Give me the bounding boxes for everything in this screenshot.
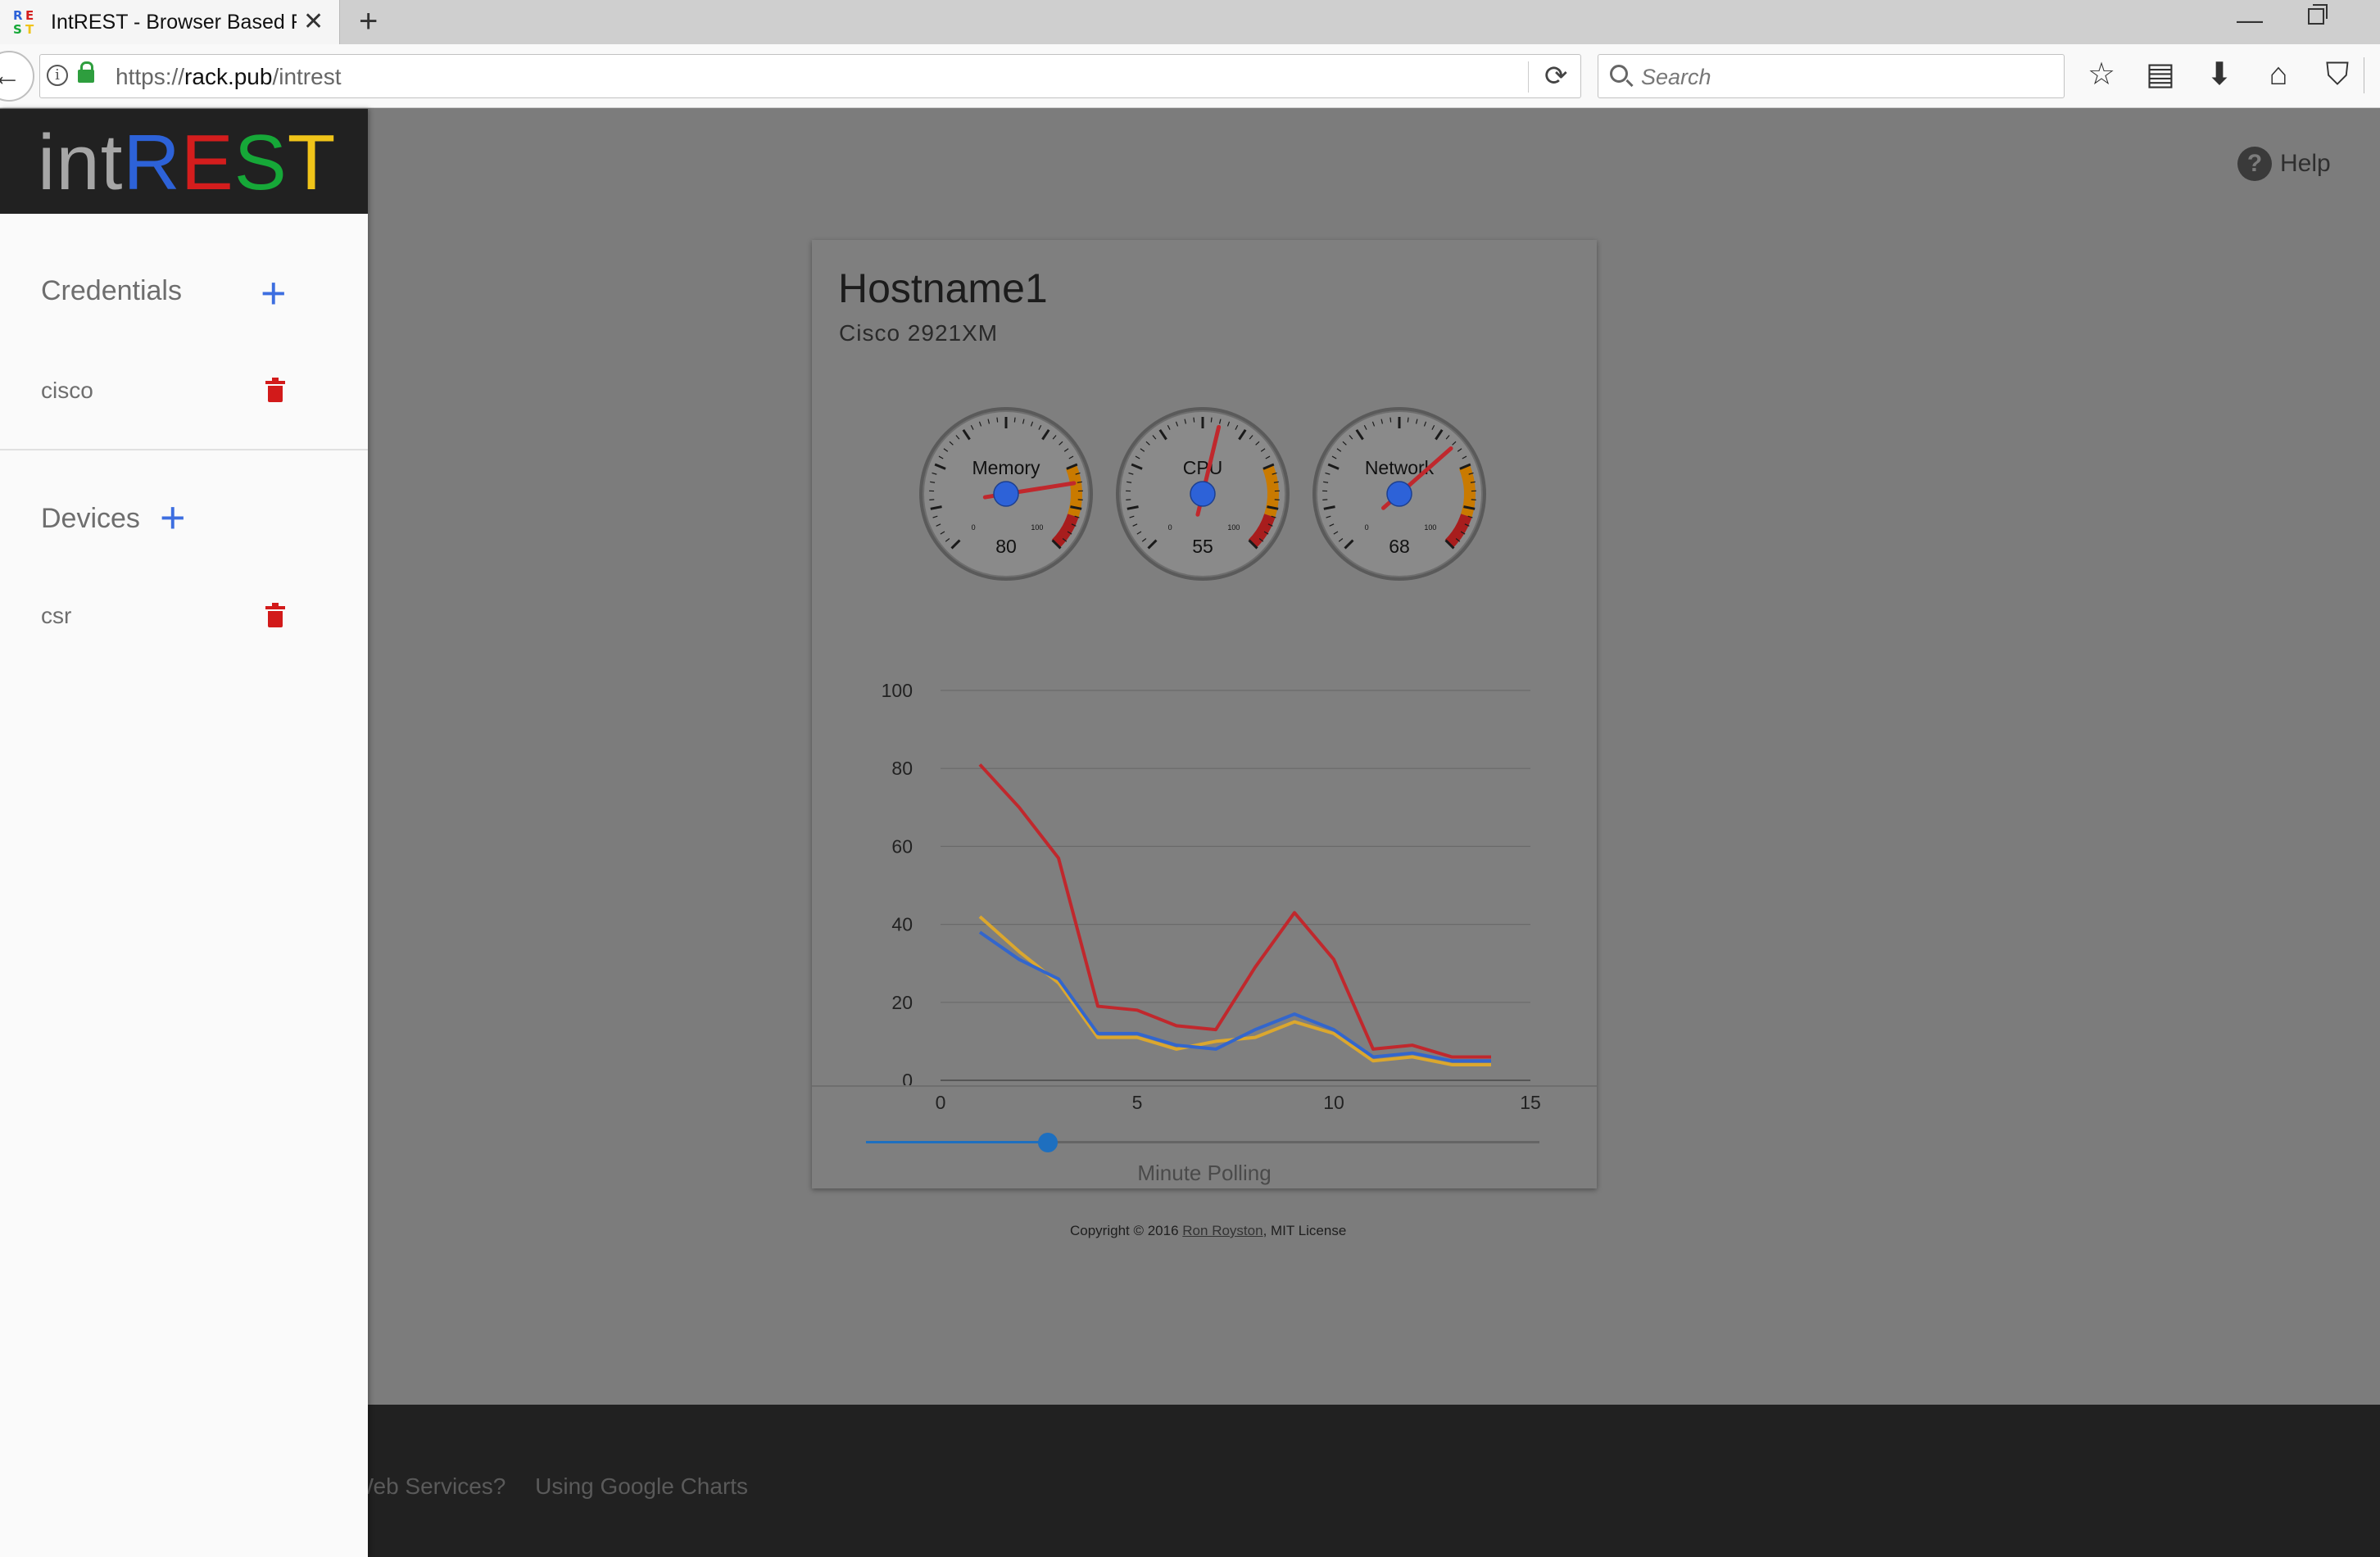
device-card: Hostname1 Cisco 2921XM 0 100 Memory 80 0 100…	[812, 240, 1597, 1188]
usage-line-chart: 020406080100051015Day	[882, 680, 1541, 1113]
svg-text:S: S	[13, 22, 22, 36]
home-icon[interactable]: ⌂	[2262, 56, 2295, 93]
help-label: Help	[2280, 150, 2331, 177]
download-icon[interactable]: ⬇	[2203, 56, 2236, 93]
browser-toolbar: ☆ ▤ ⬇ ⌂ ⛉	[2085, 56, 2354, 93]
svg-text:E: E	[25, 8, 34, 23]
page-content: intREST Credentials + cisco Devices + cs…	[0, 109, 2380, 1557]
delete-device-icon[interactable]	[265, 603, 285, 627]
gauge-min-label: 0	[972, 523, 976, 532]
series-line	[978, 915, 1491, 1066]
slider-thumb[interactable]	[1037, 1133, 1058, 1152]
gauge-max-label: 100	[1031, 523, 1043, 532]
gauge-minor-tick	[1389, 417, 1392, 423]
pocket-icon[interactable]: ⛉	[2321, 56, 2354, 93]
y-tick-label: 100	[882, 680, 913, 701]
help-button[interactable]: ? Help	[2237, 147, 2331, 181]
x-tick-label: 0	[936, 1092, 946, 1113]
gauge-minor-tick	[1210, 417, 1213, 423]
delete-credential-icon[interactable]	[265, 378, 285, 402]
search-placeholder: Search	[1641, 65, 1711, 89]
devices-title: Devices	[41, 503, 140, 534]
gauge-value: 80	[995, 536, 1017, 557]
svg-text:T: T	[25, 22, 34, 36]
x-tick-label: 15	[1520, 1092, 1541, 1113]
url-text[interactable]: https://rack.pub/intrest	[116, 64, 341, 90]
add-credential-button[interactable]: +	[261, 271, 287, 315]
gauge-label: CPU	[1183, 457, 1223, 478]
search-icon	[1610, 65, 1628, 83]
y-tick-label: 0	[902, 1070, 913, 1091]
search-input[interactable]: Search	[1598, 54, 2065, 98]
gauge-hub	[1190, 481, 1216, 507]
svg-text:R: R	[13, 8, 23, 23]
gauge-hub	[1386, 481, 1412, 507]
x-tick-label: 10	[1323, 1092, 1344, 1113]
browser-tab-bar: R E S T IntREST - Browser Based R... ✕ +…	[0, 0, 2380, 44]
credential-item[interactable]: cisco	[41, 378, 93, 404]
back-icon[interactable]: ←	[0, 51, 34, 102]
url-divider	[1528, 61, 1529, 93]
close-tab-icon[interactable]: ✕	[303, 10, 324, 34]
gauge-label: Memory	[972, 457, 1040, 478]
browser-navbar: ← i https://rack.pub/intrest ⟳ Search ☆ …	[0, 44, 2380, 108]
polling-label: Minute Polling	[1137, 1161, 1272, 1185]
lock-icon[interactable]	[78, 61, 94, 83]
series-line	[978, 763, 1491, 1059]
polling-slider[interactable]	[866, 1133, 1539, 1152]
new-tab-icon[interactable]: +	[359, 5, 378, 38]
reload-icon[interactable]: ⟳	[1544, 60, 1568, 93]
restore-window-icon[interactable]	[2308, 4, 2328, 25]
y-tick-label: 20	[891, 992, 913, 1013]
url-bar[interactable]: i https://rack.pub/intrest ⟳	[39, 54, 1581, 98]
add-device-button[interactable]: +	[160, 496, 186, 540]
gauge-value: 68	[1389, 536, 1410, 557]
side-drawer: intREST Credentials + cisco Devices + cs…	[0, 109, 368, 1557]
device-model: Cisco 2921XM	[839, 320, 999, 346]
gauge-value: 55	[1192, 536, 1213, 557]
y-tick-label: 40	[891, 914, 913, 935]
logo-bar: intREST	[0, 109, 368, 214]
gauge-hub	[993, 481, 1019, 507]
y-tick-label: 80	[891, 758, 913, 779]
cpu-gauge: 0 100 CPU 55	[1116, 407, 1290, 581]
credentials-title: Credentials	[41, 275, 182, 306]
x-tick-label: 5	[1132, 1092, 1143, 1113]
info-icon[interactable]: i	[47, 65, 68, 86]
help-icon: ?	[2237, 147, 2272, 181]
memory-gauge: 0 100 Memory 80	[919, 407, 1093, 581]
gauge-min-label: 0	[1365, 523, 1369, 532]
footer-link-google-charts[interactable]: Using Google Charts	[535, 1473, 748, 1499]
device-item[interactable]: csr	[41, 603, 71, 629]
bookmark-star-icon[interactable]: ☆	[2085, 56, 2118, 93]
gauge-minor-tick	[1193, 417, 1195, 423]
site-favicon-icon: R E S T	[13, 8, 34, 36]
author-link[interactable]: Ron Royston	[1182, 1223, 1263, 1238]
network-gauge: 0 100 Network 68	[1312, 407, 1486, 581]
gauge-minor-tick	[996, 417, 999, 423]
gauge-minor-tick	[1013, 417, 1016, 423]
slider-fill	[866, 1141, 1048, 1143]
minimize-window-icon[interactable]: —	[2237, 5, 2263, 35]
drawer-divider	[0, 449, 368, 450]
gauge-max-label: 100	[1424, 523, 1436, 532]
card-divider	[812, 1085, 1597, 1087]
tab-title: IntREST - Browser Based R...	[51, 11, 297, 34]
series-line	[978, 930, 1491, 1063]
browser-tab[interactable]: R E S T IntREST - Browser Based R... ✕	[0, 0, 340, 44]
device-hostname: Hostname1	[838, 265, 1048, 311]
gauge-min-label: 0	[1168, 523, 1172, 532]
footer-links: ul Web Services? Using Google Charts	[328, 1473, 771, 1500]
gauge-label: Network	[1365, 457, 1435, 478]
y-tick-label: 60	[891, 835, 913, 857]
intrest-logo[interactable]: intREST	[38, 122, 336, 204]
gauge-max-label: 100	[1227, 523, 1240, 532]
reading-list-icon[interactable]: ▤	[2144, 56, 2177, 93]
